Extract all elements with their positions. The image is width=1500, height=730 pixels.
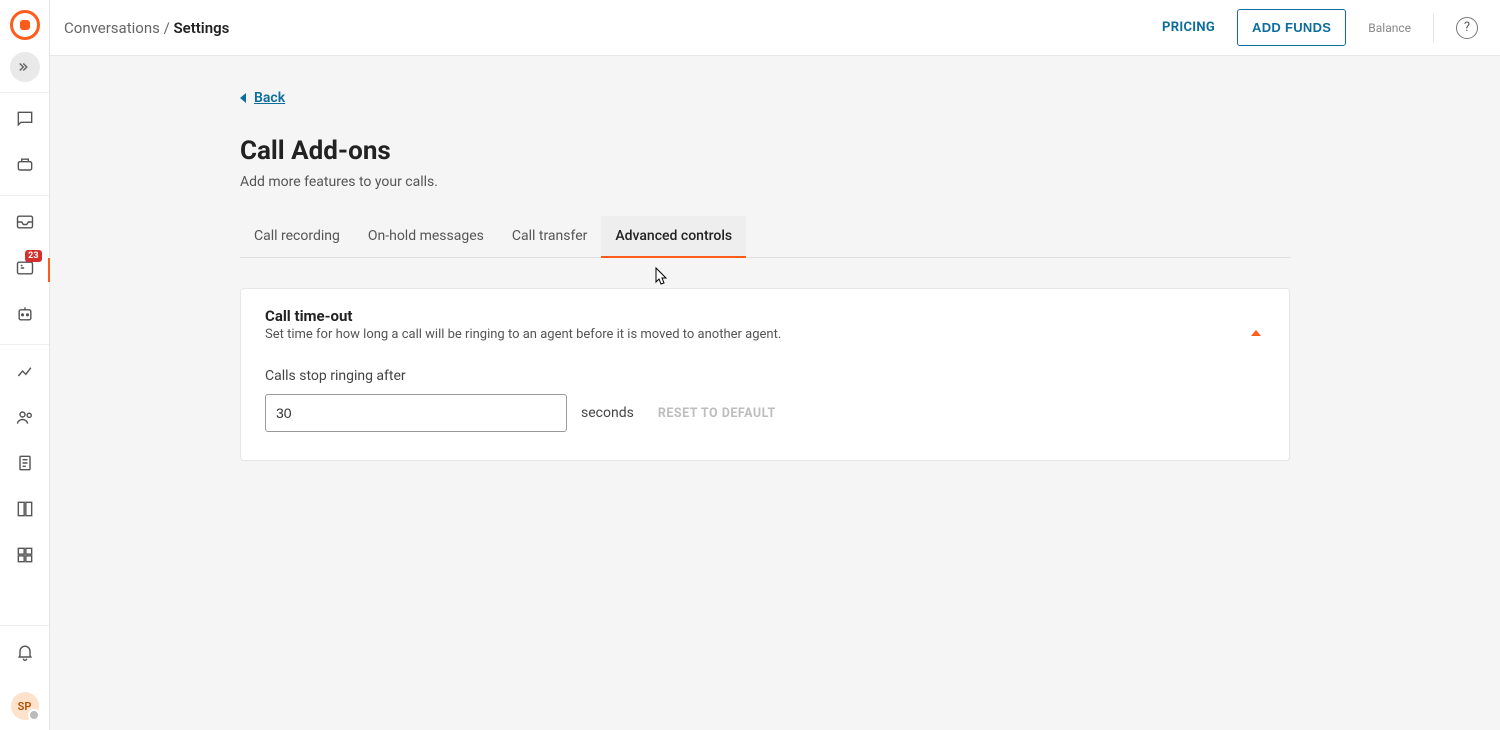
inbox-icon <box>15 212 35 236</box>
sidebar-item-automation[interactable] <box>0 302 50 330</box>
templates-icon <box>15 499 35 523</box>
help-icon[interactable]: ? <box>1456 17 1478 39</box>
people-icon <box>15 407 35 431</box>
page-subtitle: Add more features to your calls. <box>240 174 1290 190</box>
document-icon <box>15 453 35 477</box>
back-link[interactable]: Back <box>240 90 285 106</box>
card-title: Call time-out <box>265 307 781 325</box>
tab-on-hold-messages[interactable]: On-hold messages <box>354 216 498 257</box>
add-funds-button[interactable]: ADD FUNDS <box>1237 9 1346 46</box>
sidebar-item-notifications[interactable] <box>0 640 50 668</box>
topbar: Conversations / Settings PRICING ADD FUN… <box>50 0 1500 56</box>
sidebar-item-knowledge[interactable] <box>0 451 50 479</box>
sidebar-item-apps[interactable] <box>0 543 50 571</box>
timeout-field-label: Calls stop ringing after <box>265 368 1265 384</box>
sidebar-item-bot[interactable] <box>0 153 50 181</box>
chat-icon <box>15 109 35 133</box>
expand-sidebar-button[interactable] <box>10 52 40 82</box>
sidebar-item-inbox[interactable] <box>0 210 50 238</box>
page-title: Call Add-ons <box>240 136 1290 166</box>
sidebar-item-analytics[interactable] <box>0 359 50 387</box>
automation-icon <box>15 304 35 328</box>
bot-icon <box>15 155 35 179</box>
tabs: Call recording On-hold messages Call tra… <box>240 216 1290 258</box>
badge-count: 23 <box>25 250 41 262</box>
sidebar-item-templates[interactable] <box>0 497 50 525</box>
balance-label: Balance <box>1368 21 1411 35</box>
avatar[interactable]: SP <box>11 692 39 720</box>
reset-to-default-button[interactable]: RESET TO DEFAULT <box>658 406 776 421</box>
tab-advanced-controls[interactable]: Advanced controls <box>601 216 746 258</box>
sidebar-item-people[interactable] <box>0 405 50 433</box>
breadcrumb: Conversations / Settings <box>64 19 229 37</box>
tab-call-transfer[interactable]: Call transfer <box>498 216 602 257</box>
timeout-input[interactable] <box>265 394 567 432</box>
divider <box>1433 14 1434 42</box>
sidebar-item-calls[interactable]: 23 <box>0 256 50 284</box>
collapse-toggle[interactable] <box>1247 307 1265 334</box>
call-timeout-card: Call time-out Set time for how long a ca… <box>240 288 1290 461</box>
sidebar: 23 SP <box>0 0 50 730</box>
analytics-icon <box>15 361 35 385</box>
apps-icon <box>15 545 35 569</box>
bell-icon <box>15 642 35 666</box>
tab-call-recording[interactable]: Call recording <box>240 216 354 257</box>
sidebar-item-messages[interactable] <box>0 107 50 135</box>
pricing-link[interactable]: PRICING <box>1162 20 1215 35</box>
chevron-up-icon <box>1251 311 1261 336</box>
brand-logo[interactable] <box>10 10 40 40</box>
timeout-unit: seconds <box>581 405 634 421</box>
caret-left-icon <box>240 93 246 103</box>
card-description: Set time for how long a call will be rin… <box>265 327 781 342</box>
